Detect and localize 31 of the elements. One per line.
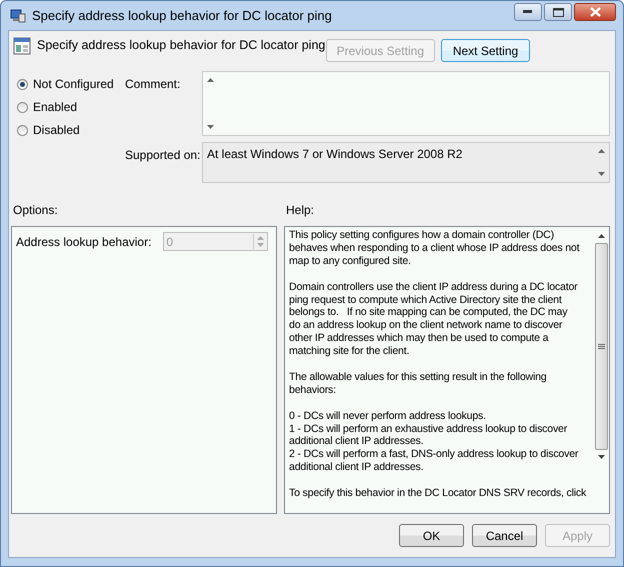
section-label: Options:: [12, 203, 59, 217]
radio-option[interactable]: Not Configured: [17, 77, 125, 91]
radio-button[interactable]: [17, 102, 28, 112]
minimize-button[interactable]: [514, 3, 542, 21]
help-paragraph: 0 - DCs will never perform address lookups. 1 - DCs will perform an exhaustive address lookup to discover additional client IP addresses. 2 - DCs will perform a fast, DNS-only address lookup to discover additional client IP addresses.: [289, 410, 580, 474]
help-paragraph: This policy setting configures how a domain controller (DC) behaves when responding to a client whose IP address does not map to any configured site.: [289, 229, 580, 268]
radio-button[interactable]: [17, 124, 28, 136]
navigation-button[interactable]: Next Setting: [441, 39, 530, 62]
help-paragraph: The allowable values for this setting result in the following behaviors:: [289, 370, 548, 397]
radio-button[interactable]: [17, 78, 28, 90]
dialog-button[interactable]: Cancel: [472, 524, 537, 547]
policy-setting-icon: [13, 37, 31, 55]
option-label: Address lookup behavior:: [16, 234, 152, 248]
dialog-button[interactable]: OK: [399, 524, 464, 547]
field-label: Comment:: [125, 76, 182, 93]
field-label: Supported on:: [125, 147, 202, 164]
supported-on-field: At least Windows 7 or Windows Server 2008 R2: [202, 142, 610, 183]
help-paragraph: To specify this behavior in the DC Locator DNS SRV records, click: [289, 487, 588, 500]
window-title: Specify address lookup behavior for DC locator ping: [32, 8, 333, 23]
maximize-icon: [552, 8, 564, 16]
section-label: Help:: [286, 203, 314, 217]
close-icon: [590, 7, 600, 17]
maximize-button[interactable]: [544, 3, 572, 21]
radio-option[interactable]: Enabled: [17, 100, 125, 114]
close-button[interactable]: [574, 3, 616, 21]
radio-option[interactable]: Disabled: [17, 123, 125, 137]
comment-field[interactable]: [202, 71, 610, 136]
minimize-icon: [523, 10, 533, 14]
computer-icon: [10, 8, 26, 24]
setting-title: Specify address lookup behavior for DC locator ping: [37, 38, 326, 52]
help-paragraph: Domain controllers use the client IP address during a DC locator ping request to compute which Active Directory site the client belongs to. If no site mapping can be computed, the DC may do an address lookup on the client network name to discover other IP addresses which may then be used to compute a matching site for the client.: [289, 280, 578, 358]
